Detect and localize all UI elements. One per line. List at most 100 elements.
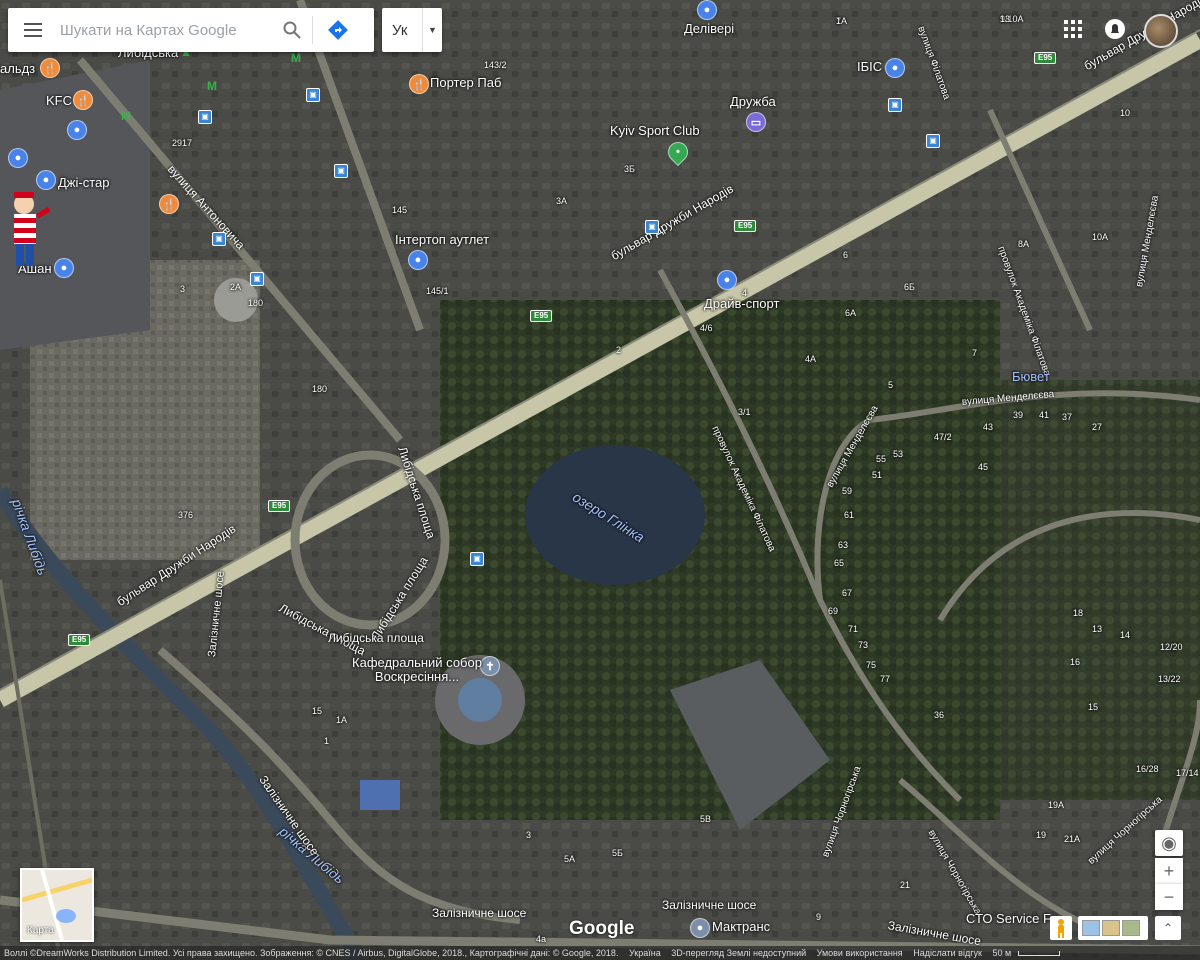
my-location-icon[interactable]: ◉: [1155, 830, 1183, 856]
imagery-thumb[interactable]: [1082, 920, 1100, 936]
waldo-mascot-icon[interactable]: [0, 190, 60, 270]
highway-shield: E95: [734, 220, 757, 232]
house-number: 14: [1120, 630, 1131, 640]
place-label[interactable]: Kyiv Sport Club: [610, 124, 700, 138]
store-pin-icon[interactable]: ●: [408, 250, 428, 270]
search-box[interactable]: [8, 8, 374, 52]
place-label[interactable]: Делівері: [684, 22, 734, 36]
place-label[interactable]: Кафедральний собор Воскресіння...: [352, 656, 482, 684]
bus-stop-icon[interactable]: ▣: [334, 164, 348, 178]
place-label[interactable]: Мактранс: [712, 920, 770, 934]
notifications-bell-icon[interactable]: [1104, 18, 1126, 40]
store-pin-icon[interactable]: ●: [36, 170, 56, 190]
highway-shield: E95: [268, 500, 291, 512]
house-number: 6A: [845, 308, 857, 318]
place-label[interactable]: Інтертоп аутлет: [395, 233, 489, 247]
road-label: Залізничне шосе: [432, 906, 527, 920]
house-number: 3Б: [624, 164, 635, 174]
restaurant-pin-icon[interactable]: 🍴: [40, 58, 60, 78]
store-pin-icon[interactable]: ●: [8, 148, 28, 168]
road-label: Либідська площа: [328, 631, 424, 645]
house-number: 19A: [1048, 800, 1065, 810]
store-pin-icon[interactable]: ●: [67, 120, 87, 140]
country-link[interactable]: Україна: [629, 948, 661, 958]
attribution-text: Воллі ©DreamWorks Distribution Limited. …: [4, 948, 619, 958]
road-label: Залізничне шосе: [662, 898, 757, 912]
metro-icon[interactable]: M: [206, 80, 218, 92]
bus-stop-icon[interactable]: ▣: [926, 134, 940, 148]
house-number: 13: [1092, 624, 1103, 634]
pegman-icon[interactable]: [1050, 916, 1072, 940]
house-number: 5: [888, 380, 894, 390]
imagery-thumbnails[interactable]: [1078, 916, 1148, 940]
house-number: 71: [848, 624, 859, 634]
bus-stop-icon[interactable]: ▣: [250, 272, 264, 286]
zoom-in-button[interactable]: +: [1155, 858, 1183, 885]
house-number: 376: [178, 510, 194, 520]
house-number: 4: [742, 288, 748, 298]
footer-bar: Воллі ©DreamWorks Distribution Limited. …: [0, 946, 1200, 960]
place-label[interactable]: KFC: [46, 94, 72, 108]
house-number: 9: [816, 912, 822, 922]
menu-icon[interactable]: [8, 8, 58, 52]
house-number: 67: [842, 588, 853, 598]
language-select[interactable]: Ук ▼: [382, 8, 442, 52]
search-icon[interactable]: [272, 8, 312, 52]
place-label[interactable]: альдз: [0, 62, 35, 76]
terms-link[interactable]: Умови використання: [817, 948, 903, 958]
zoom-out-button[interactable]: −: [1155, 884, 1183, 910]
bus-stop-icon[interactable]: ▣: [888, 98, 902, 112]
apps-grid-icon[interactable]: [1062, 18, 1084, 40]
store-pin-icon[interactable]: ●: [717, 270, 737, 290]
house-number: 8A: [1018, 239, 1030, 249]
place-label[interactable]: Бювет: [1012, 370, 1050, 384]
place-label[interactable]: Портер Паб: [430, 76, 501, 90]
house-number: 10A: [1092, 232, 1109, 242]
house-number: 6Б: [904, 282, 915, 292]
scale-label[interactable]: 50 м: [992, 948, 1011, 958]
restaurant-pin-icon[interactable]: 🍴: [159, 194, 179, 214]
place-label[interactable]: ІБІС: [857, 60, 882, 74]
place-label[interactable]: СТО Service F: [966, 912, 1051, 926]
pub-pin-icon[interactable]: 🍴: [409, 74, 429, 94]
house-number: 16: [1070, 657, 1081, 667]
house-number: 1A: [336, 715, 348, 725]
house-number: 2A: [230, 282, 242, 292]
house-number: 36: [934, 710, 945, 720]
bus-stop-icon[interactable]: ▣: [198, 110, 212, 124]
house-number: 53: [893, 449, 904, 459]
imagery-thumb[interactable]: [1122, 920, 1140, 936]
hotel-pin-icon[interactable]: ▭: [746, 112, 766, 132]
restaurant-pin-icon[interactable]: 🍴: [73, 90, 93, 110]
house-number: 1: [836, 16, 842, 26]
church-pin-icon[interactable]: ✝: [480, 656, 500, 676]
search-input[interactable]: [58, 20, 272, 40]
imagery-thumb[interactable]: [1102, 920, 1120, 936]
highway-shield: E95: [1034, 52, 1057, 64]
store-pin-icon[interactable]: ●: [885, 58, 905, 78]
metro-icon[interactable]: M: [290, 52, 302, 64]
house-number: 21: [900, 880, 911, 890]
language-label: Ук: [392, 21, 408, 39]
blue-roof: [360, 780, 400, 810]
place-label[interactable]: Джі-стар: [58, 176, 110, 190]
directions-icon[interactable]: [313, 8, 363, 52]
house-number: 7: [972, 348, 978, 358]
bus-stop-icon[interactable]: ▣: [212, 232, 226, 246]
bus-stop-icon[interactable]: ▣: [306, 88, 320, 102]
expand-icon[interactable]: ⌃: [1155, 916, 1181, 940]
house-number: 43: [983, 422, 994, 432]
metro-icon[interactable]: M: [120, 110, 132, 122]
bus-stop-icon[interactable]: ▣: [645, 220, 659, 234]
store-pin-icon[interactable]: ●: [697, 0, 717, 20]
place-label[interactable]: Дружба: [730, 95, 776, 109]
feedback-link[interactable]: Надіслати відгук: [913, 948, 982, 958]
bus-stop-icon[interactable]: ▣: [470, 552, 484, 566]
account-avatar[interactable]: [1144, 14, 1178, 48]
earth-3d-link[interactable]: 3D-перегляд Землі недоступний: [671, 948, 806, 958]
caret-down-icon[interactable]: ▼: [423, 25, 442, 35]
house-number: 4a: [536, 934, 547, 944]
house-number: 37: [1062, 412, 1073, 422]
layers-toggle[interactable]: Карта: [20, 868, 94, 942]
place-pin-icon[interactable]: ●: [690, 918, 710, 938]
